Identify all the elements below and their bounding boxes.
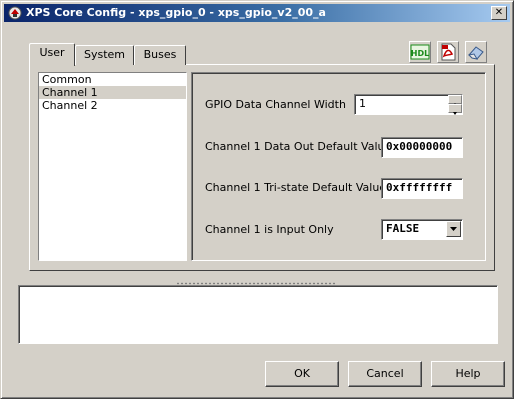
- help-button[interactable]: Help: [431, 361, 505, 387]
- gpio-width-value: 1: [359, 97, 366, 110]
- tab-system[interactable]: System: [75, 45, 134, 65]
- tab-user-label: User: [39, 46, 65, 59]
- window-title: XPS Core Config - xps_gpio_0 - xps_gpio_…: [26, 6, 326, 19]
- list-item-channel-1[interactable]: Channel 1: [39, 86, 186, 99]
- spin-down-button[interactable]: [448, 104, 462, 115]
- hdl-button[interactable]: HDL: [409, 41, 431, 63]
- chevron-down-icon: [453, 112, 457, 115]
- cancel-button[interactable]: Cancel: [348, 361, 422, 387]
- hdl-icon: HDL: [410, 44, 430, 60]
- gpio-width-spinner[interactable]: 1: [354, 94, 463, 115]
- list-item-channel-2[interactable]: Channel 2: [39, 99, 186, 112]
- data-out-default-label: Channel 1 Data Out Default Value: [205, 140, 392, 153]
- tristate-default-field[interactable]: 0xffffffff: [381, 178, 463, 199]
- hdl-icon-label: HDL: [411, 49, 429, 58]
- tristate-default-value: 0xffffffff: [386, 181, 453, 194]
- list-item-label: Common: [42, 73, 92, 86]
- input-only-label: Channel 1 is Input Only: [205, 223, 334, 236]
- ok-button-label: OK: [294, 367, 310, 380]
- gpio-width-label: GPIO Data Channel Width: [205, 98, 346, 111]
- list-item-label: Channel 2: [42, 99, 98, 112]
- dropdown-button[interactable]: [446, 221, 461, 237]
- eraser-icon: [467, 46, 484, 60]
- tab-user[interactable]: User: [29, 43, 75, 66]
- data-out-default-field[interactable]: 0x00000000: [381, 137, 463, 158]
- ok-button[interactable]: OK: [265, 361, 339, 387]
- input-only-dropdown[interactable]: FALSE: [381, 219, 463, 240]
- channel-list[interactable]: Common Channel 1 Channel 2: [38, 72, 187, 261]
- data-out-default-value: 0x00000000: [386, 140, 453, 153]
- datasheet-button[interactable]: [437, 41, 459, 63]
- input-only-value: FALSE: [386, 222, 420, 235]
- list-item-label: Channel 1: [42, 86, 98, 99]
- message-area: [18, 285, 498, 344]
- tab-system-label: System: [83, 48, 126, 61]
- cancel-button-label: Cancel: [366, 367, 404, 380]
- close-icon: ✕: [494, 7, 504, 18]
- tristate-default-label: Channel 1 Tri-state Default Value: [205, 181, 387, 194]
- list-item-common[interactable]: Common: [39, 73, 186, 86]
- tab-buses-label: Buses: [143, 48, 177, 61]
- title-bar[interactable]: XPS Core Config - xps_gpio_0 - xps_gpio_…: [4, 4, 510, 22]
- tab-buses[interactable]: Buses: [134, 45, 186, 65]
- restore-defaults-button[interactable]: [465, 41, 487, 63]
- config-dialog: XPS Core Config - xps_gpio_0 - xps_gpio_…: [0, 0, 514, 399]
- xps-app-icon: [7, 5, 23, 21]
- spin-up-button[interactable]: [448, 95, 462, 106]
- chevron-down-icon: [450, 227, 457, 231]
- close-button[interactable]: ✕: [491, 6, 507, 20]
- pdf-datasheet-icon: [441, 43, 456, 61]
- parameter-panel: GPIO Data Channel Width 1 Channel 1 Data…: [191, 72, 486, 261]
- help-button-label: Help: [455, 367, 481, 380]
